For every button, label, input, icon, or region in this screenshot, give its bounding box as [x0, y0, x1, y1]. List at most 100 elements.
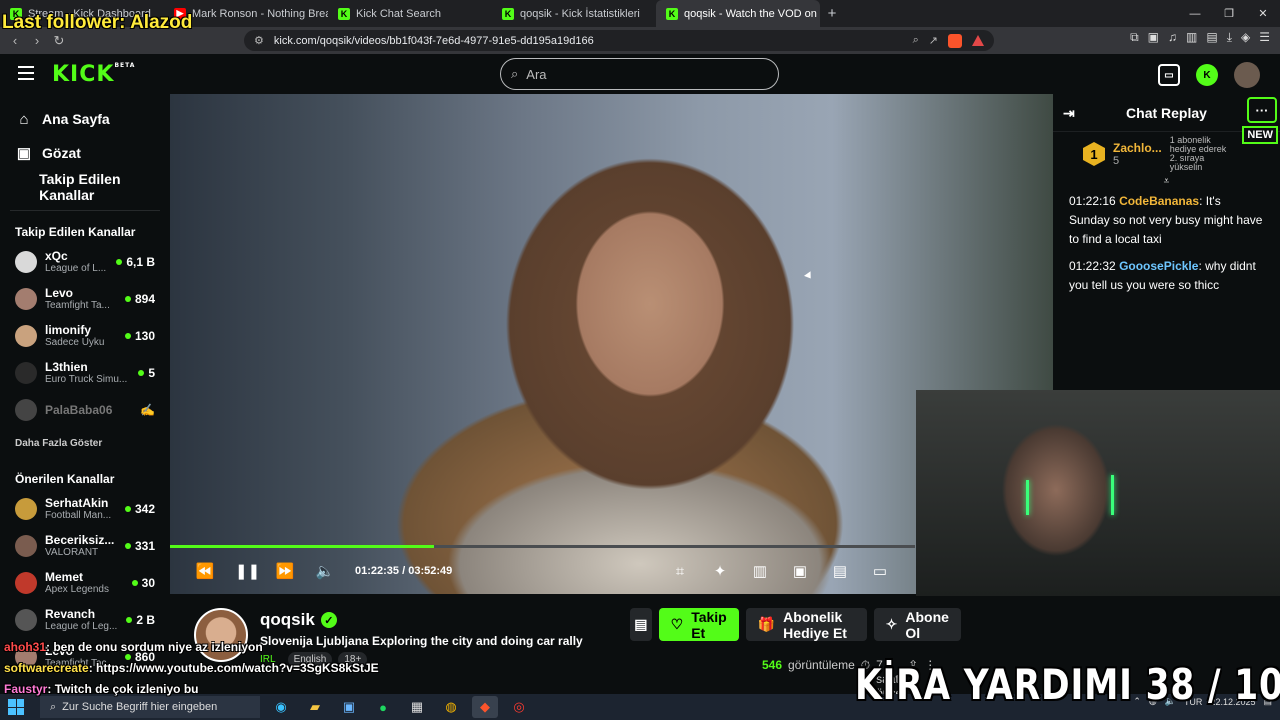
- mouse-cursor: [804, 271, 814, 281]
- browser-tab[interactable]: Kqoqsik - Watch the VOD on K✕: [656, 0, 820, 27]
- site-header: KICKBETA ⌕ Ara ▭ K: [0, 54, 1280, 94]
- store-icon[interactable]: ▣: [336, 696, 362, 718]
- vpn-icon[interactable]: ◈: [1241, 30, 1250, 45]
- obs-icon[interactable]: ◎: [506, 696, 532, 718]
- user-avatar[interactable]: [1234, 62, 1260, 88]
- channel-text: xQc League of L...: [45, 249, 108, 274]
- kick-logo[interactable]: KICKBETA: [52, 62, 135, 87]
- viewer-count: 6,1 B: [116, 255, 155, 269]
- site-info-icon[interactable]: ⚙: [254, 34, 264, 47]
- viewer-count: 894: [125, 292, 155, 306]
- nav-following[interactable]: Takip Edilen Kanallar: [0, 170, 170, 204]
- download-icon[interactable]: ⤓: [1227, 30, 1232, 45]
- channel-category: Teamfight Ta...: [45, 300, 110, 311]
- channel-item[interactable]: Levo Teamfight Ta... 894: [0, 280, 170, 317]
- viewer-count-value: 130: [134, 328, 155, 343]
- browser-tab[interactable]: Kqoqsik - Kick İstatistikleri: [492, 0, 656, 27]
- taskbar-search[interactable]: ⌕ Zur Suche Begriff hier eingeben: [40, 696, 260, 718]
- brave-shield-icon[interactable]: [948, 33, 962, 48]
- restore-icon[interactable]: ❐: [1212, 0, 1246, 27]
- wallet-icon[interactable]: ▤: [1206, 30, 1217, 45]
- sidebar-icon[interactable]: ▥: [1186, 30, 1197, 45]
- channel-text: Beceriksiz... VALORANT: [45, 533, 117, 558]
- extensions-icon[interactable]: ⧉: [1130, 30, 1139, 45]
- new-tab-button[interactable]: +: [820, 0, 844, 27]
- home-icon: ⌂: [19, 110, 29, 128]
- file-explorer-icon[interactable]: ▰: [302, 696, 328, 718]
- channel-avatar: [15, 287, 37, 310]
- channel-item[interactable]: limonify Sadece Uyku 130: [0, 317, 170, 354]
- media-icon[interactable]: ♫: [1168, 30, 1177, 45]
- channel-avatar: [15, 324, 37, 347]
- forward-icon[interactable]: ⏩: [275, 562, 295, 580]
- gift-sub-button[interactable]: 🎁 Abonelik Hediye Et: [745, 608, 867, 641]
- channel-text: Levo Teamfight Ta...: [45, 286, 117, 311]
- overlay-chat-text: : ben de onu sordum niye az izleniyon: [46, 640, 263, 654]
- volume-icon[interactable]: 🔈: [315, 562, 335, 580]
- calculator-icon[interactable]: ▦: [404, 696, 430, 718]
- chat-more-icon[interactable]: ···: [1247, 97, 1277, 123]
- theater-icon[interactable]: ▤: [830, 562, 850, 580]
- channel-item[interactable]: SerhatAkin Football Man... 342: [0, 490, 170, 527]
- show-more-link[interactable]: Daha Fazla Göster: [0, 428, 170, 458]
- chat-username[interactable]: GooosePickle: [1119, 259, 1198, 273]
- nav-browse[interactable]: ▣ Gözat: [0, 136, 170, 170]
- omnibox[interactable]: ⚙ kick.com/qoqsik/videos/bb1f043f-7e6d-4…: [244, 30, 994, 51]
- channel-item[interactable]: xQc League of L... 6,1 B: [0, 243, 170, 280]
- minimize-icon[interactable]: —: [1178, 0, 1212, 27]
- channel-text: SerhatAkin Football Man...: [45, 496, 117, 521]
- subscribe-button[interactable]: ✧ Abone Ol: [873, 608, 961, 641]
- notes-icon: ▤: [634, 616, 648, 632]
- stats-icon[interactable]: ▥: [750, 562, 770, 580]
- chrome-icon[interactable]: ◍: [438, 696, 464, 718]
- brave-icon[interactable]: ◆: [472, 696, 498, 718]
- channel-category: Apex Legends: [45, 584, 109, 595]
- subscribe-label: Abone Ol: [905, 608, 949, 641]
- channel-text: L3thien Euro Truck Simu...: [45, 360, 130, 385]
- sparkle-icon[interactable]: ✦: [710, 562, 730, 580]
- brave-rewards-icon[interactable]: [972, 35, 984, 46]
- browser-tab[interactable]: K Kick Chat Search: [328, 0, 492, 27]
- channel-category: Football Man...: [45, 510, 112, 521]
- logo-text: KICK: [52, 62, 115, 87]
- zoom-icon[interactable]: ⌕: [913, 34, 919, 47]
- chat-username[interactable]: CodeBananas: [1119, 194, 1199, 208]
- channel-name: PalaBaba06: [45, 402, 113, 417]
- channel-item[interactable]: PalaBaba06 ✍: [0, 391, 170, 428]
- viewer-count-value: 2 B: [136, 612, 155, 627]
- channel-item[interactable]: L3thien Euro Truck Simu... 5: [0, 354, 170, 391]
- viewer-count: 331: [125, 539, 155, 553]
- pip-icon[interactable]: ▣: [790, 562, 810, 580]
- channel-name[interactable]: qoqsik: [260, 610, 315, 630]
- video-progress-bar[interactable]: [170, 545, 915, 548]
- clip-icon[interactable]: ⌗: [670, 563, 690, 580]
- search-input[interactable]: ⌕ Ara: [500, 58, 779, 90]
- spotify-icon[interactable]: ●: [370, 696, 396, 718]
- pause-icon[interactable]: ❚❚: [235, 562, 260, 580]
- nav-home[interactable]: ⌂ Ana Sayfa: [0, 102, 170, 136]
- close-window-icon[interactable]: ✕: [1246, 0, 1280, 27]
- fullscreen-icon[interactable]: ▭: [870, 562, 890, 580]
- channel-item[interactable]: Beceriksiz... VALORANT 331: [0, 527, 170, 564]
- windows-start-icon[interactable]: [8, 699, 24, 715]
- channel-item[interactable]: Revanch League of Leg... 2 B: [0, 601, 170, 638]
- channel-category: VALORANT: [45, 547, 99, 558]
- hamburger-menu-icon[interactable]: [18, 66, 34, 80]
- nav-home-label: Ana Sayfa: [42, 111, 110, 127]
- channel-item[interactable]: Memet Apex Legends 30: [0, 564, 170, 601]
- notes-button[interactable]: ▤: [630, 608, 652, 641]
- channel-name: limonify: [45, 323, 92, 337]
- kick-points-icon[interactable]: K: [1196, 64, 1218, 86]
- streaming-icon[interactable]: ▭: [1158, 64, 1180, 86]
- time-display: 01:22:35 / 03:52:49: [355, 565, 452, 577]
- screenshot-icon[interactable]: ▣: [1148, 30, 1159, 45]
- rank-badge: 1: [1083, 142, 1105, 166]
- rewind-icon[interactable]: ⏪: [195, 562, 215, 580]
- edge-icon[interactable]: ◉: [268, 696, 294, 718]
- collapse-chat-icon[interactable]: ⇥: [1063, 105, 1075, 122]
- share-icon[interactable]: ↗: [929, 34, 938, 47]
- expand-icon[interactable]: ⩡: [1053, 176, 1280, 188]
- menu-icon[interactable]: ☰: [1259, 30, 1270, 45]
- channel-text: limonify Sadece Uyku: [45, 323, 117, 348]
- follow-button[interactable]: ♡ Takip Et: [658, 608, 739, 641]
